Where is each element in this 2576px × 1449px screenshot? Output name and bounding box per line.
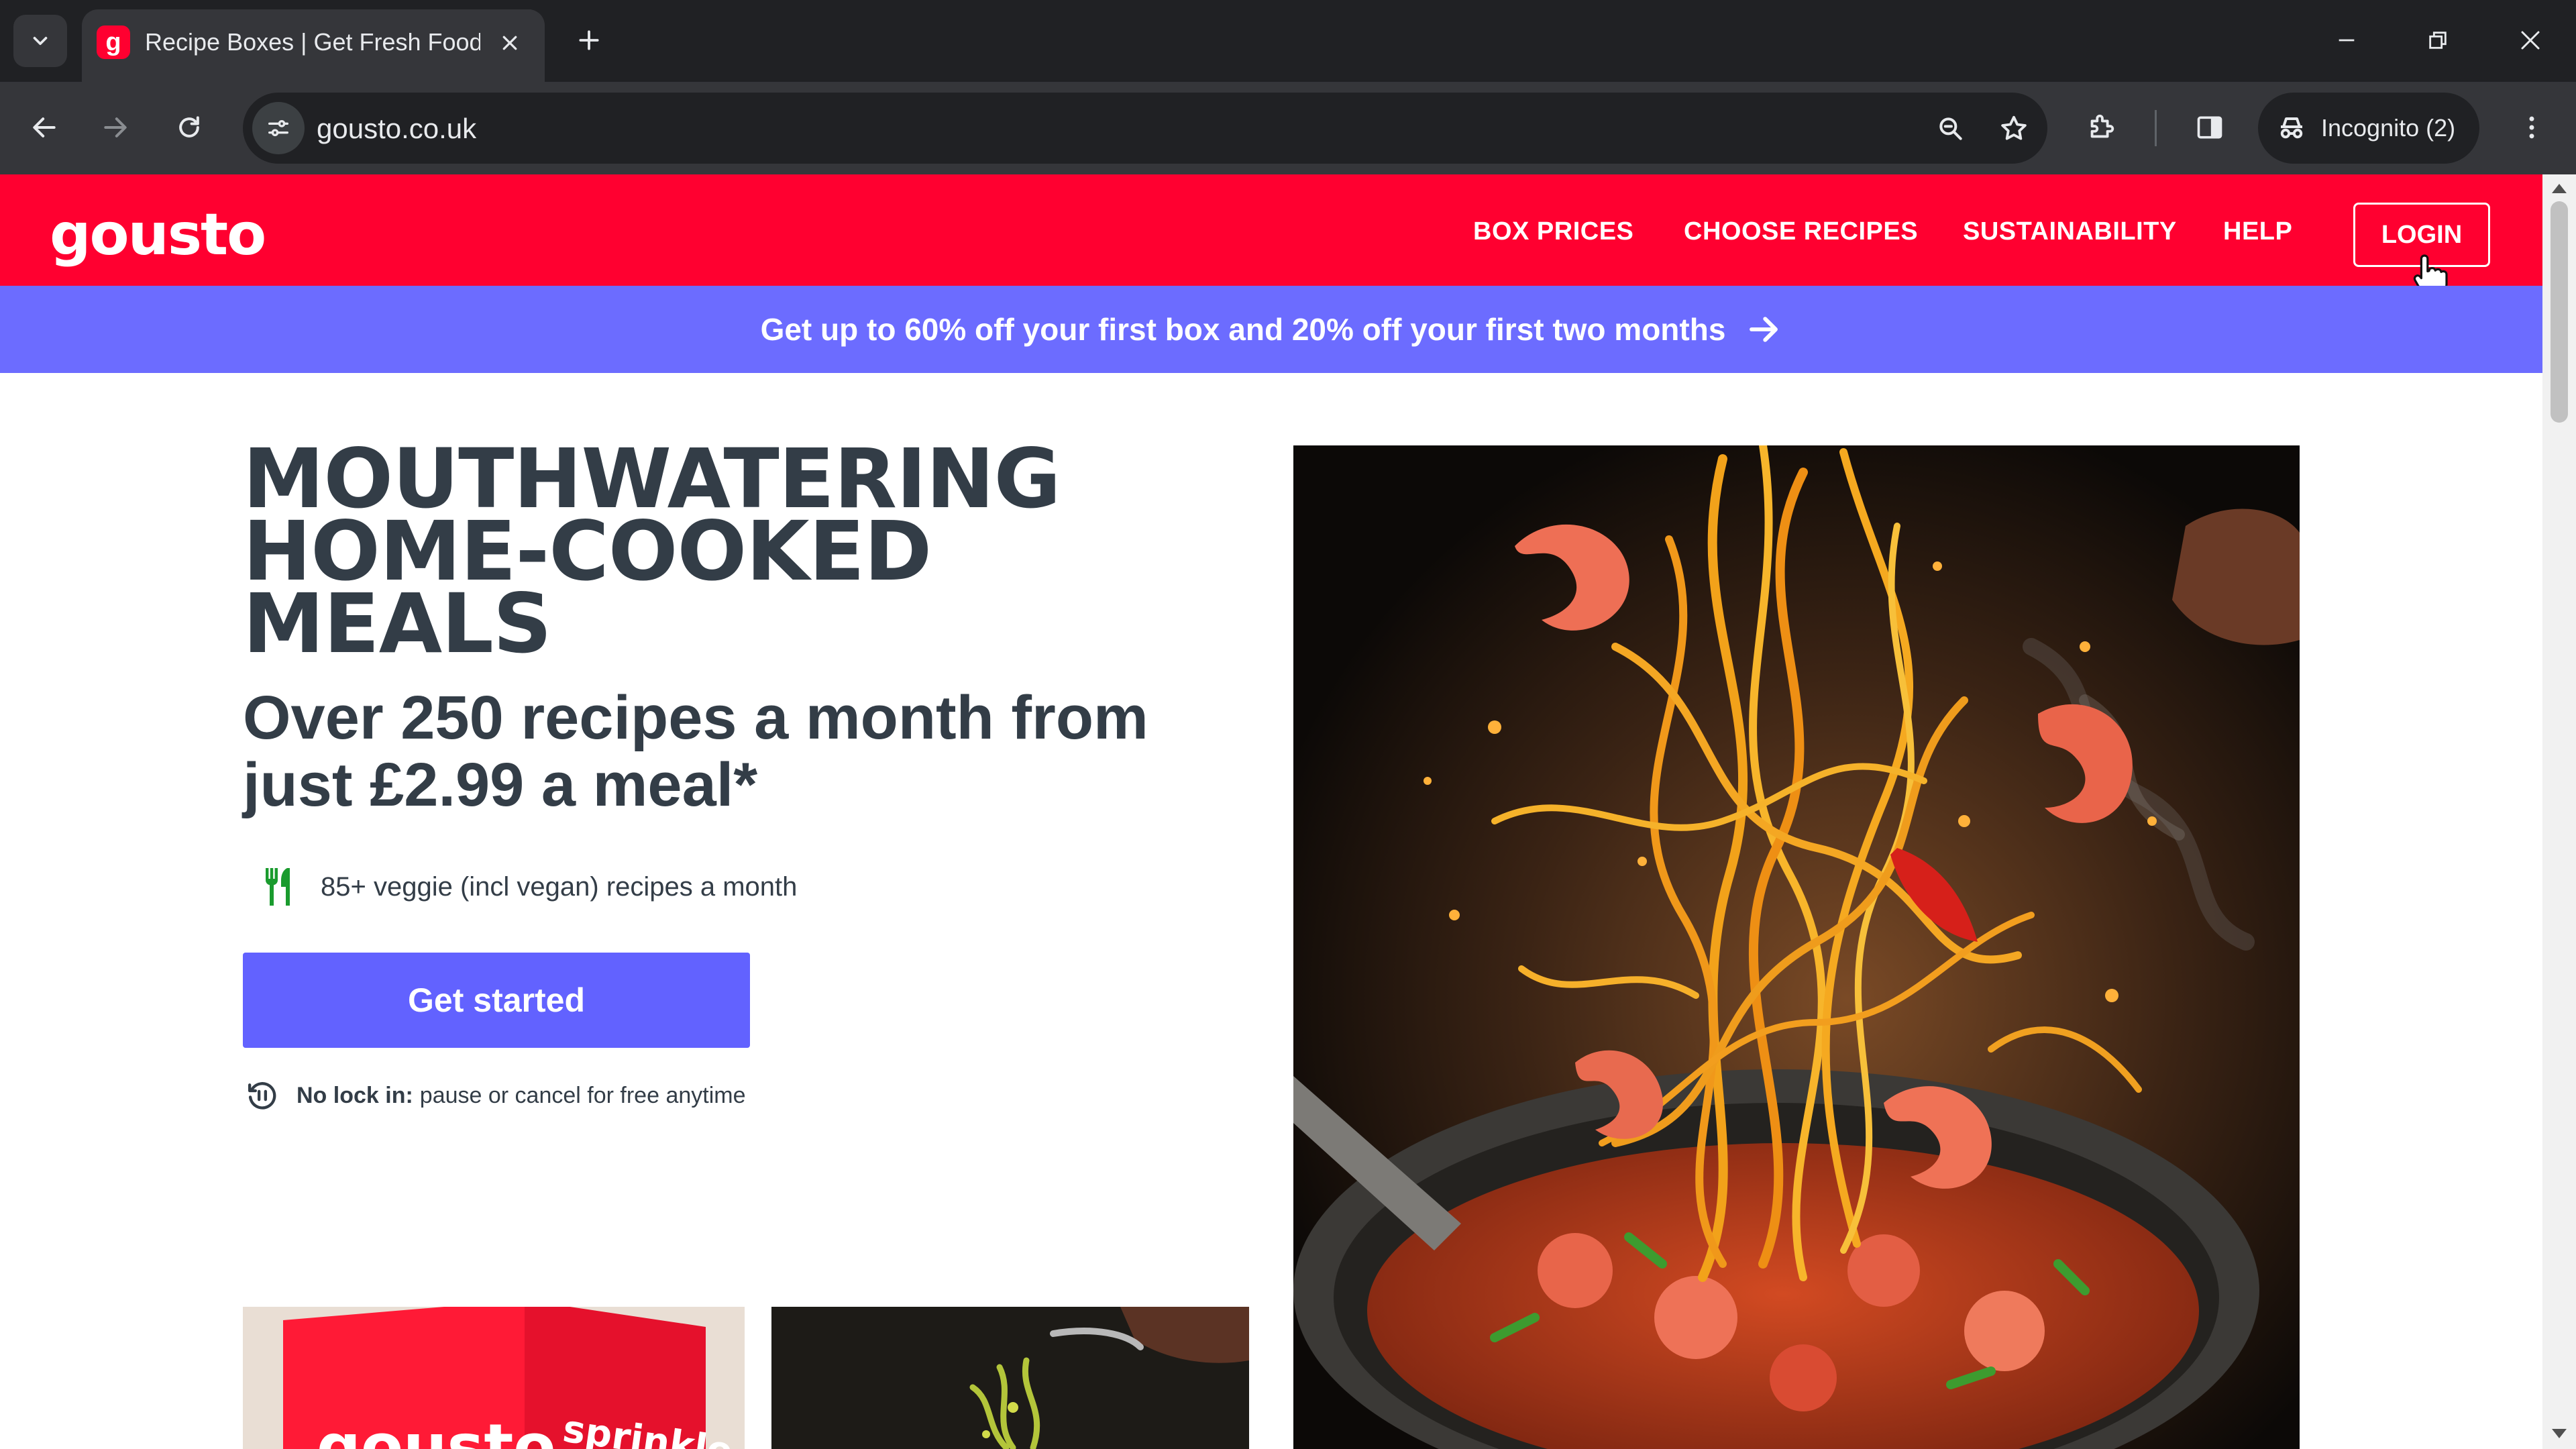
cooking-image	[771, 1307, 1249, 1449]
address-bar[interactable]: gousto.co.uk	[243, 93, 2047, 164]
plus-icon	[579, 30, 599, 50]
side-panel-icon	[2197, 116, 2222, 139]
page-viewport: gousto BOX PRICES CHOOSE RECIPES SUSTAIN…	[0, 174, 2542, 1449]
get-started-button[interactable]: Get started	[243, 953, 750, 1048]
site-header: gousto BOX PRICES CHOOSE RECIPES SUSTAIN…	[0, 174, 2542, 299]
puzzle-icon	[2090, 114, 2114, 138]
incognito-badge[interactable]: Incognito (2)	[2258, 93, 2479, 164]
nav-help[interactable]: HELP	[2223, 217, 2292, 246]
site-info-button[interactable]	[252, 102, 305, 154]
nav-box-prices[interactable]: BOX PRICES	[1473, 217, 1633, 246]
star-icon	[2001, 115, 2027, 140]
bookmark-button[interactable]	[1990, 105, 2038, 153]
scrollbar-thumb[interactable]	[2551, 201, 2568, 423]
veggie-feature: 85+ veggie (incl vegan) recipes a month	[260, 865, 797, 908]
incognito-label: Incognito (2)	[2321, 114, 2456, 142]
hero-pasta-image	[1293, 445, 2300, 1449]
new-tab-button[interactable]	[568, 19, 610, 62]
browser-menu-button[interactable]	[2505, 101, 2559, 154]
reload-icon	[179, 116, 199, 138]
extensions-button[interactable]	[2074, 101, 2128, 154]
window-close-button[interactable]	[2490, 12, 2571, 68]
gousto-box-image: gousto sprinkle	[243, 1307, 745, 1449]
scroll-down-arrow-icon[interactable]	[2552, 1429, 2567, 1438]
minimize-button[interactable]	[2306, 12, 2387, 68]
zoom-icon	[1939, 117, 1962, 140]
nav-choose-recipes[interactable]: CHOOSE RECIPES	[1684, 217, 1918, 246]
browser-toolbar: gousto.co.uk Incognito (2)	[0, 82, 2576, 174]
back-button[interactable]	[15, 98, 74, 157]
tune-icon	[268, 120, 288, 137]
cooking-illustration	[771, 1307, 1249, 1449]
box-brand-text: gousto	[317, 1411, 556, 1449]
restore-button[interactable]	[2398, 12, 2478, 68]
close-icon	[502, 36, 517, 50]
no-lock-in-label: No lock in:	[297, 1082, 413, 1108]
promo-banner[interactable]: Get up to 60% off your first box and 20%…	[0, 286, 2542, 373]
toolbar-separator	[2155, 110, 2157, 146]
browser-tab-active[interactable]: g Recipe Boxes | Get Fresh Food & Recipe…	[82, 9, 545, 82]
gousto-box-illustration: gousto sprinkle	[243, 1307, 745, 1449]
cutlery-icon	[266, 868, 290, 906]
tab-search-button[interactable]	[13, 15, 67, 67]
side-panel-button[interactable]	[2183, 101, 2237, 154]
restore-icon	[2429, 32, 2447, 49]
hero-subtitle: Over 250 recipes a month from just £2.99…	[243, 684, 1148, 819]
no-lock-in-text: pause or cancel for free anytime	[419, 1082, 746, 1108]
page-scrollbar[interactable]	[2542, 174, 2576, 1449]
zoom-button[interactable]	[1927, 105, 1975, 153]
gousto-logo[interactable]: gousto	[50, 201, 266, 268]
close-icon	[2521, 31, 2540, 50]
veggie-feature-text: 85+ veggie (incl vegan) recipes a month	[321, 871, 798, 902]
nav-sustainability[interactable]: SUSTAINABILITY	[1963, 217, 2177, 246]
scroll-up-arrow-icon[interactable]	[2552, 184, 2567, 193]
more-vertical-icon	[2529, 116, 2534, 139]
hero-title: MOUTHWATERING HOME-COOKED MEALS	[243, 438, 1249, 665]
chevron-down-icon	[33, 36, 48, 46]
pasta-pan-illustration	[1293, 445, 2300, 1449]
url-text[interactable]: gousto.co.uk	[317, 113, 476, 145]
gousto-favicon-icon: g	[97, 25, 130, 59]
forward-button[interactable]	[86, 98, 145, 157]
promo-text[interactable]: Get up to 60% off your first box and 20%…	[761, 311, 1726, 347]
no-lock-in-note: No lock in: pause or cancel for free any…	[243, 1076, 746, 1115]
incognito-icon	[2280, 117, 2303, 139]
tab-close-button[interactable]	[491, 24, 529, 62]
tab-title: Recipe Boxes | Get Fresh Food & Recipes …	[145, 28, 480, 56]
arrow-right-icon	[104, 117, 127, 138]
browser-tab-bar: g Recipe Boxes | Get Fresh Food & Recipe…	[0, 0, 2576, 82]
promo-arrow-icon	[1746, 311, 1782, 347]
arrow-left-icon	[33, 117, 56, 138]
pause-cycle-icon	[248, 1082, 276, 1110]
minimize-icon	[2339, 39, 2355, 42]
reload-button[interactable]	[160, 98, 219, 157]
